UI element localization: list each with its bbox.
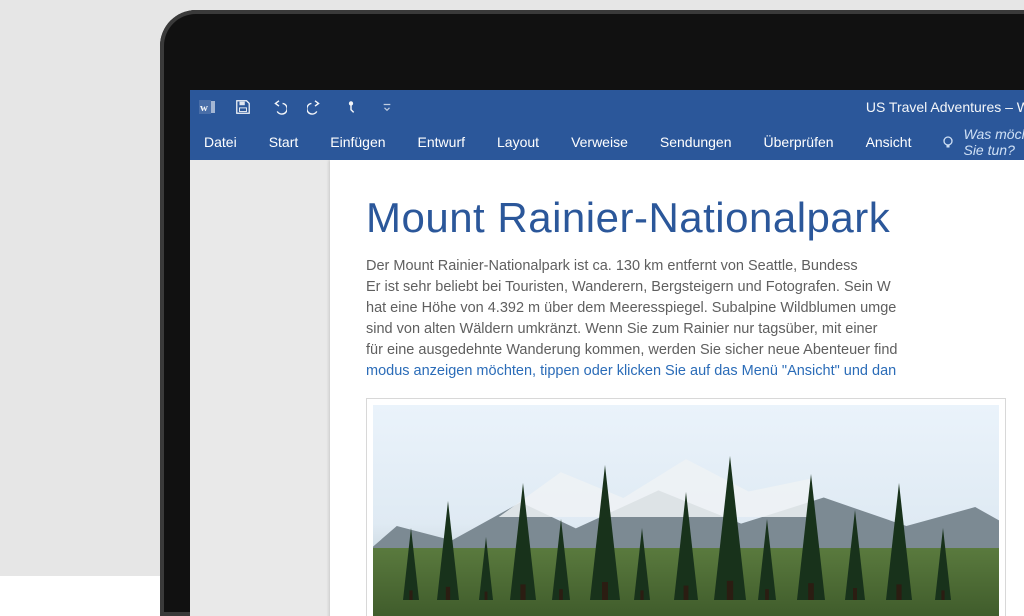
tab-einfuegen[interactable]: Einfügen: [314, 124, 401, 160]
customize-qat-icon[interactable]: [378, 98, 396, 116]
tab-layout[interactable]: Layout: [481, 124, 555, 160]
document-surface: Mount Rainier-Nationalpark Der Mount Rai…: [190, 160, 1024, 616]
window-title: US Travel Adventures – Word: [866, 99, 1024, 115]
device-frame: w: [160, 10, 1024, 616]
svg-text:w: w: [200, 102, 208, 114]
document-image-frame[interactable]: [366, 398, 1006, 616]
titlebar: w: [190, 90, 1024, 124]
lightbulb-icon: [941, 135, 955, 149]
document-body[interactable]: Der Mount Rainier-Nationalpark ist ca. 1…: [366, 256, 1024, 382]
background: w: [0, 0, 1024, 576]
tab-start[interactable]: Start: [253, 124, 315, 160]
tab-verweise[interactable]: Verweise: [555, 124, 644, 160]
document-page[interactable]: Mount Rainier-Nationalpark Der Mount Rai…: [330, 160, 1024, 616]
ribbon-tabs: Datei Start Einfügen Entwurf Layout Verw…: [190, 124, 1024, 160]
tab-datei[interactable]: Datei: [190, 124, 253, 160]
word-icon: w: [198, 98, 216, 116]
document-image: [373, 405, 999, 616]
redo-icon[interactable]: [306, 98, 324, 116]
tab-sendungen[interactable]: Sendungen: [644, 124, 748, 160]
body-line: hat eine Höhe von 4.392 m über dem Meere…: [366, 298, 1024, 319]
tell-me-placeholder: Was möchten Sie tun?: [963, 126, 1024, 158]
body-line: Er ist sehr beliebt bei Touristen, Wande…: [366, 277, 1024, 298]
undo-icon[interactable]: [270, 98, 288, 116]
tab-ueberpruefen[interactable]: Überprüfen: [748, 124, 850, 160]
body-line: für eine ausgedehnte Wanderung kommen, w…: [366, 340, 1024, 361]
document-title[interactable]: Mount Rainier-Nationalpark: [366, 194, 1024, 242]
tab-entwurf[interactable]: Entwurf: [402, 124, 481, 160]
tell-me-search[interactable]: Was möchten Sie tun?: [927, 124, 1024, 160]
device-screen: w: [190, 90, 1024, 616]
body-line: Der Mount Rainier-Nationalpark ist ca. 1…: [366, 256, 1024, 277]
body-line: sind von alten Wäldern umkränzt. Wenn Si…: [366, 319, 1024, 340]
save-icon[interactable]: [234, 98, 252, 116]
tab-ansicht[interactable]: Ansicht: [850, 124, 928, 160]
touch-mode-icon[interactable]: [342, 98, 360, 116]
body-link-line[interactable]: modus anzeigen möchten, tippen oder klic…: [366, 361, 1024, 382]
quick-access-toolbar: w: [198, 98, 396, 116]
